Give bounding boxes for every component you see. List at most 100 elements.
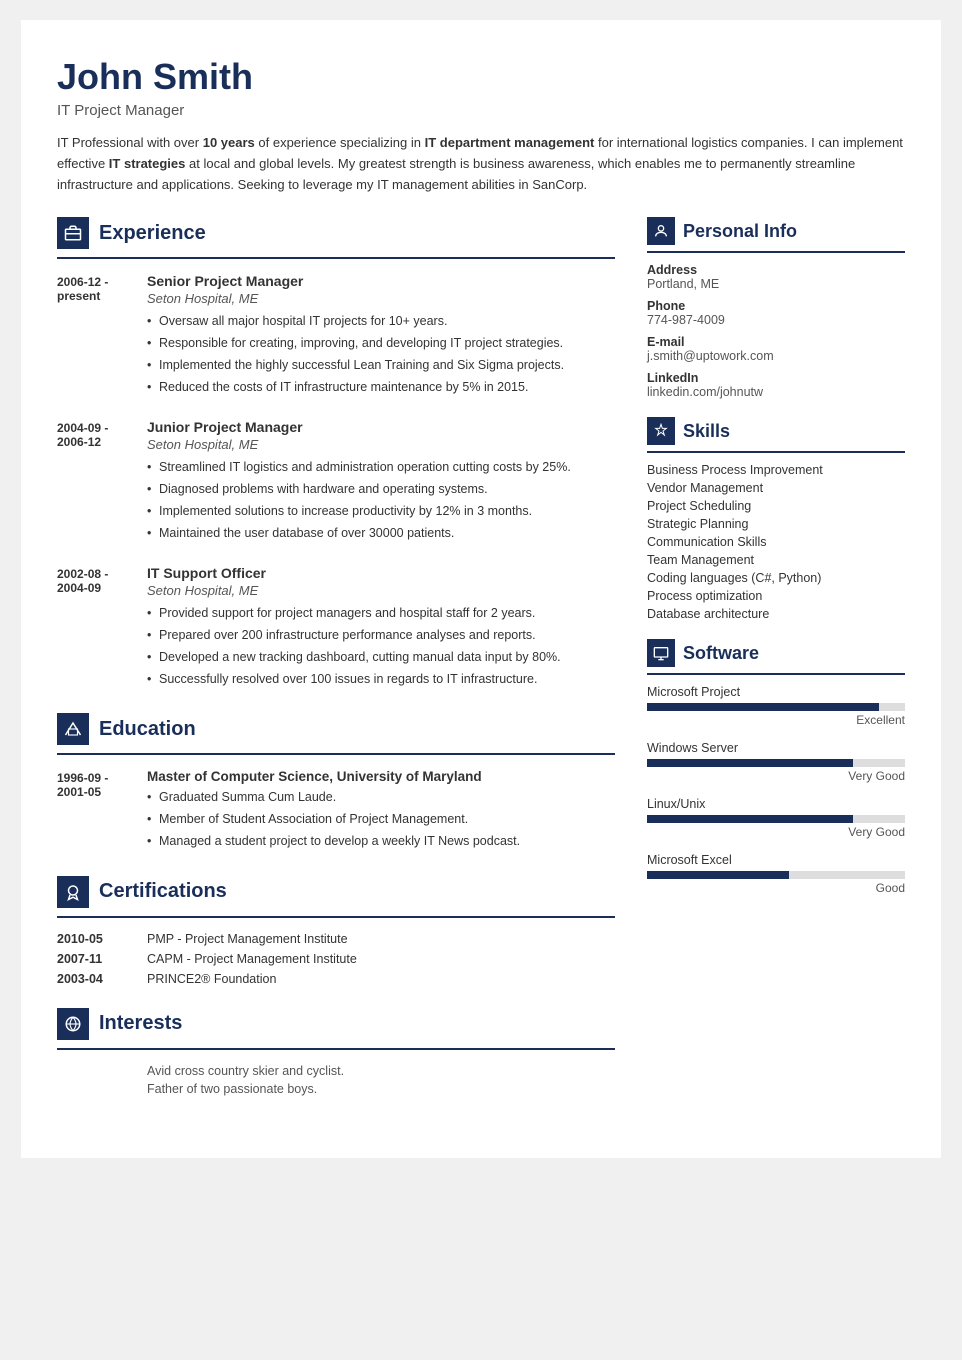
personal-info-divider — [647, 251, 905, 253]
exp-date-3: 2002-08 -2004-09 — [57, 565, 147, 691]
experience-item-1: 2006-12 -present Senior Project Manager … — [57, 273, 615, 399]
exp-bullets-1: Oversaw all major hospital IT projects f… — [147, 312, 615, 396]
skill-3: Project Scheduling — [647, 499, 905, 513]
exp-bullet: Diagnosed problems with hardware and ope… — [147, 480, 615, 499]
cert-item-2: 2007-11 CAPM - Project Management Instit… — [57, 952, 615, 966]
email-value: j.smith@uptowork.com — [647, 349, 905, 363]
personal-info-icon — [647, 217, 675, 245]
software-name-1: Microsoft Project — [647, 685, 905, 699]
personal-linkedin: LinkedIn linkedin.com/johnutw — [647, 371, 905, 399]
exp-bullet: Oversaw all major hospital IT projects f… — [147, 312, 615, 331]
software-title: Software — [683, 643, 759, 664]
software-label-3: Very Good — [647, 825, 905, 839]
exp-company-2: Seton Hospital, ME — [147, 437, 615, 452]
cert-name-3: PRINCE2® Foundation — [147, 972, 276, 986]
edu-bullet: Member of Student Association of Project… — [147, 810, 615, 829]
software-bar-2 — [647, 759, 905, 767]
exp-bullet: Responsible for creating, improving, and… — [147, 334, 615, 353]
skill-2: Vendor Management — [647, 481, 905, 495]
cert-date-1: 2010-05 — [57, 932, 147, 946]
linkedin-value: linkedin.com/johnutw — [647, 385, 905, 399]
software-bar-fill-1 — [647, 703, 879, 711]
exp-bullet: Reduced the costs of IT infrastructure m… — [147, 378, 615, 397]
resume-container: John Smith IT Project Manager IT Profess… — [21, 20, 941, 1158]
personal-email: E-mail j.smith@uptowork.com — [647, 335, 905, 363]
software-item-3: Linux/Unix Very Good — [647, 797, 905, 839]
address-label: Address — [647, 263, 905, 277]
experience-section: Experience 2006-12 -present Senior Proje… — [57, 217, 615, 691]
edu-date-1: 1996-09 -2001-05 — [57, 769, 147, 853]
candidate-name: John Smith — [57, 56, 905, 98]
exp-bullet: Prepared over 200 infrastructure perform… — [147, 626, 615, 645]
software-bar-3 — [647, 815, 905, 823]
experience-item-2: 2004-09 -2006-12 Junior Project Manager … — [57, 419, 615, 545]
exp-content-3: IT Support Officer Seton Hospital, ME Pr… — [147, 565, 615, 691]
linkedin-label: LinkedIn — [647, 371, 905, 385]
exp-content-2: Junior Project Manager Seton Hospital, M… — [147, 419, 615, 545]
experience-title: Experience — [99, 222, 206, 245]
interests-title: Interests — [99, 1012, 182, 1035]
software-name-3: Linux/Unix — [647, 797, 905, 811]
email-label: E-mail — [647, 335, 905, 349]
software-name-4: Microsoft Excel — [647, 853, 905, 867]
personal-phone: Phone 774-987-4009 — [647, 299, 905, 327]
interests-divider — [57, 1048, 615, 1050]
skill-9: Database architecture — [647, 607, 905, 621]
exp-bullet: Developed a new tracking dashboard, cutt… — [147, 648, 615, 667]
exp-job-title-3: IT Support Officer — [147, 565, 615, 581]
skills-section: Skills Business Process Improvement Vend… — [647, 417, 905, 621]
cert-date-2: 2007-11 — [57, 952, 147, 966]
exp-bullet: Implemented the highly successful Lean T… — [147, 356, 615, 375]
software-header: Software — [647, 639, 905, 667]
exp-bullets-2: Streamlined IT logistics and administrat… — [147, 458, 615, 542]
personal-address: Address Portland, ME — [647, 263, 905, 291]
experience-divider — [57, 257, 615, 259]
interests-header: Interests — [57, 1008, 615, 1040]
edu-bullets-1: Graduated Summa Cum Laude. Member of Stu… — [147, 788, 615, 850]
interest-item-2: Father of two passionate boys. — [147, 1082, 615, 1096]
experience-header: Experience — [57, 217, 615, 249]
exp-bullet: Streamlined IT logistics and administrat… — [147, 458, 615, 477]
skills-title: Skills — [683, 421, 730, 442]
personal-info-section: Personal Info Address Portland, ME Phone… — [647, 217, 905, 399]
edu-degree-1: Master of Computer Science, University o… — [147, 769, 615, 784]
cert-date-3: 2003-04 — [57, 972, 147, 986]
phone-label: Phone — [647, 299, 905, 313]
education-item-1: 1996-09 -2001-05 Master of Computer Scie… — [57, 769, 615, 853]
exp-bullets-3: Provided support for project managers an… — [147, 604, 615, 688]
certifications-header: Certifications — [57, 876, 615, 908]
skills-icon — [647, 417, 675, 445]
software-item-4: Microsoft Excel Good — [647, 853, 905, 895]
software-bar-fill-4 — [647, 871, 789, 879]
exp-bullet: Maintained the user database of over 300… — [147, 524, 615, 543]
cert-item-3: 2003-04 PRINCE2® Foundation — [57, 972, 615, 986]
exp-bullet: Successfully resolved over 100 issues in… — [147, 670, 615, 689]
right-column: Personal Info Address Portland, ME Phone… — [647, 217, 905, 1117]
resume-header: John Smith IT Project Manager IT Profess… — [57, 56, 905, 195]
education-icon — [57, 713, 89, 745]
skill-5: Communication Skills — [647, 535, 905, 549]
candidate-summary: IT Professional with over 10 years of ex… — [57, 133, 905, 195]
experience-item-3: 2002-08 -2004-09 IT Support Officer Seto… — [57, 565, 615, 691]
experience-icon — [57, 217, 89, 249]
interest-item-1: Avid cross country skier and cyclist. — [147, 1064, 615, 1078]
skill-1: Business Process Improvement — [647, 463, 905, 477]
education-title: Education — [99, 718, 196, 741]
software-label-2: Very Good — [647, 769, 905, 783]
skills-divider — [647, 451, 905, 453]
cert-name-2: CAPM - Project Management Institute — [147, 952, 357, 966]
exp-job-title-1: Senior Project Manager — [147, 273, 615, 289]
interests-icon — [57, 1008, 89, 1040]
interests-section: Interests Avid cross country skier and c… — [57, 1008, 615, 1096]
edu-bullet: Graduated Summa Cum Laude. — [147, 788, 615, 807]
software-bar-fill-2 — [647, 759, 853, 767]
education-divider — [57, 753, 615, 755]
software-bar-fill-3 — [647, 815, 853, 823]
personal-info-title: Personal Info — [683, 221, 797, 242]
edu-bullet: Managed a student project to develop a w… — [147, 832, 615, 851]
certifications-title: Certifications — [99, 880, 227, 903]
cert-name-1: PMP - Project Management Institute — [147, 932, 348, 946]
left-column: Experience 2006-12 -present Senior Proje… — [57, 217, 615, 1117]
exp-company-1: Seton Hospital, ME — [147, 291, 615, 306]
software-divider — [647, 673, 905, 675]
